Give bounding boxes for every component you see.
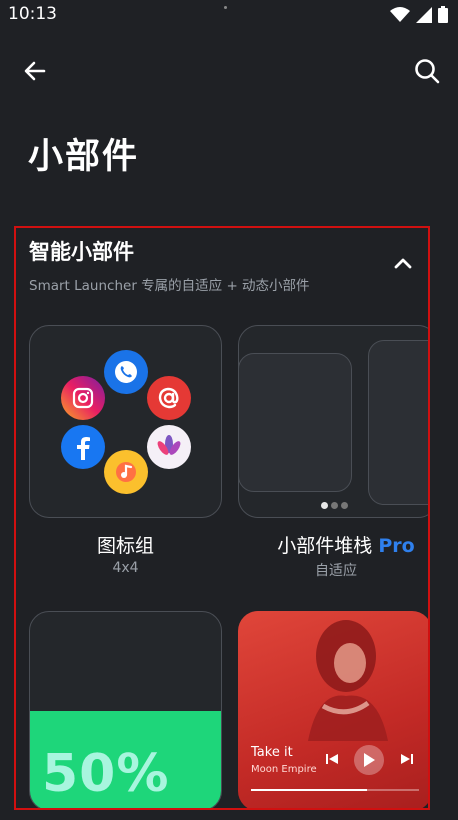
- battery-icon: [438, 6, 448, 27]
- stack-panel-front: [239, 353, 352, 492]
- search-icon[interactable]: [412, 56, 442, 86]
- next-icon[interactable]: [398, 750, 416, 768]
- signal-icon: [416, 6, 432, 27]
- widget-stack-label: 小部件堆栈 Pro: [248, 531, 428, 558]
- battery-percentage: 50%: [42, 744, 170, 804]
- phone-icon: [104, 350, 148, 394]
- playback-progress-fill: [251, 789, 367, 791]
- notification-dot: [224, 6, 227, 9]
- wifi-icon: [390, 6, 410, 27]
- facebook-icon: [61, 425, 105, 469]
- stack-panel-next: [368, 340, 428, 505]
- pro-badge: Pro: [378, 535, 415, 557]
- widget-stack-card[interactable]: [238, 325, 428, 518]
- status-bar: 10:13: [0, 0, 458, 30]
- song-title: Take it: [251, 745, 293, 760]
- icon-group-size: 4x4: [112, 560, 139, 576]
- email-icon: [147, 376, 191, 420]
- album-artwork: [308, 620, 388, 741]
- page-dot: [341, 502, 348, 509]
- flower-icon: [147, 425, 191, 469]
- section-title: 智能小部件: [29, 240, 134, 264]
- music-widget-card[interactable]: Take it Moon Empire: [238, 611, 428, 808]
- battery-widget-card[interactable]: 50%: [29, 611, 222, 808]
- chevron-up-icon[interactable]: [390, 250, 416, 276]
- status-time: 10:13: [8, 4, 57, 24]
- app-bar: [0, 48, 458, 94]
- section-subtitle: Smart Launcher 专属的自适应 + 动态小部件: [29, 278, 310, 294]
- playback-progress[interactable]: [251, 789, 419, 791]
- widget-stack-sub: 自适应: [315, 563, 357, 579]
- smart-widgets-section: 智能小部件 Smart Launcher 专属的自适应 + 动态小部件 图标组 …: [14, 226, 430, 810]
- instagram-icon: [61, 376, 105, 420]
- music-icon: [104, 450, 148, 494]
- widget-stack-title: 小部件堆栈: [277, 535, 373, 557]
- page-dot: [331, 502, 338, 509]
- page-title: 小部件: [28, 137, 140, 177]
- icon-group-widget-card[interactable]: [29, 325, 222, 518]
- previous-icon[interactable]: [323, 750, 341, 768]
- icon-group-label: 图标组: [96, 535, 154, 557]
- page-dot-active: [321, 502, 328, 509]
- back-arrow-icon[interactable]: [20, 56, 50, 86]
- play-icon[interactable]: [354, 745, 384, 775]
- artist-name: Moon Empire: [251, 764, 317, 775]
